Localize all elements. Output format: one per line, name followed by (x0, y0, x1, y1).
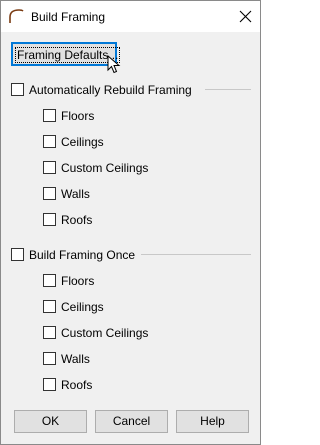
arch-icon (8, 8, 24, 24)
close-button[interactable] (231, 1, 260, 32)
checkbox-label: Ceilings (61, 300, 104, 314)
title-bar[interactable]: Build Framing (1, 1, 260, 32)
window-title: Build Framing (31, 10, 106, 24)
checkbox-label: Roofs (61, 213, 93, 227)
build-framing-dialog: Build Framing Framing Defaults... Automa… (0, 0, 261, 445)
checkbox-box[interactable] (43, 187, 56, 200)
checkbox-box[interactable] (43, 109, 56, 122)
checkbox-label: Walls (61, 187, 90, 201)
checkbox-box[interactable] (43, 378, 56, 391)
checkbox-label: Ceilings (61, 135, 104, 149)
build-once-label: Build Framing Once (29, 248, 136, 262)
checkbox-box[interactable] (43, 213, 56, 226)
checkbox-label: Floors (61, 274, 95, 288)
checkbox-box[interactable] (43, 161, 56, 174)
close-icon (239, 10, 252, 23)
cancel-button[interactable]: Cancel (95, 410, 168, 433)
checkbox-box[interactable] (11, 248, 24, 261)
pointer-cursor-icon (107, 55, 121, 74)
checkbox-label: Custom Ceilings (61, 161, 149, 175)
group-separator (141, 254, 251, 255)
framing-defaults-button[interactable]: Framing Defaults... (11, 42, 121, 66)
framing-defaults-label: Framing Defaults... (15, 47, 121, 63)
auto-rebuild-label: Automatically Rebuild Framing (29, 83, 192, 97)
checkbox-label: Floors (61, 109, 95, 123)
checkbox-box[interactable] (43, 326, 56, 339)
checkbox-label: Walls (61, 352, 90, 366)
checkbox-box[interactable] (43, 274, 56, 287)
checkbox-label: Custom Ceilings (61, 326, 149, 340)
ok-button[interactable]: OK (14, 410, 87, 433)
checkbox-label: Roofs (61, 378, 93, 392)
group-separator (205, 89, 251, 90)
checkbox-box[interactable] (43, 300, 56, 313)
checkbox-box[interactable] (43, 352, 56, 365)
help-button[interactable]: Help (176, 410, 249, 433)
checkbox-box[interactable] (43, 135, 56, 148)
checkbox-box[interactable] (11, 83, 24, 96)
